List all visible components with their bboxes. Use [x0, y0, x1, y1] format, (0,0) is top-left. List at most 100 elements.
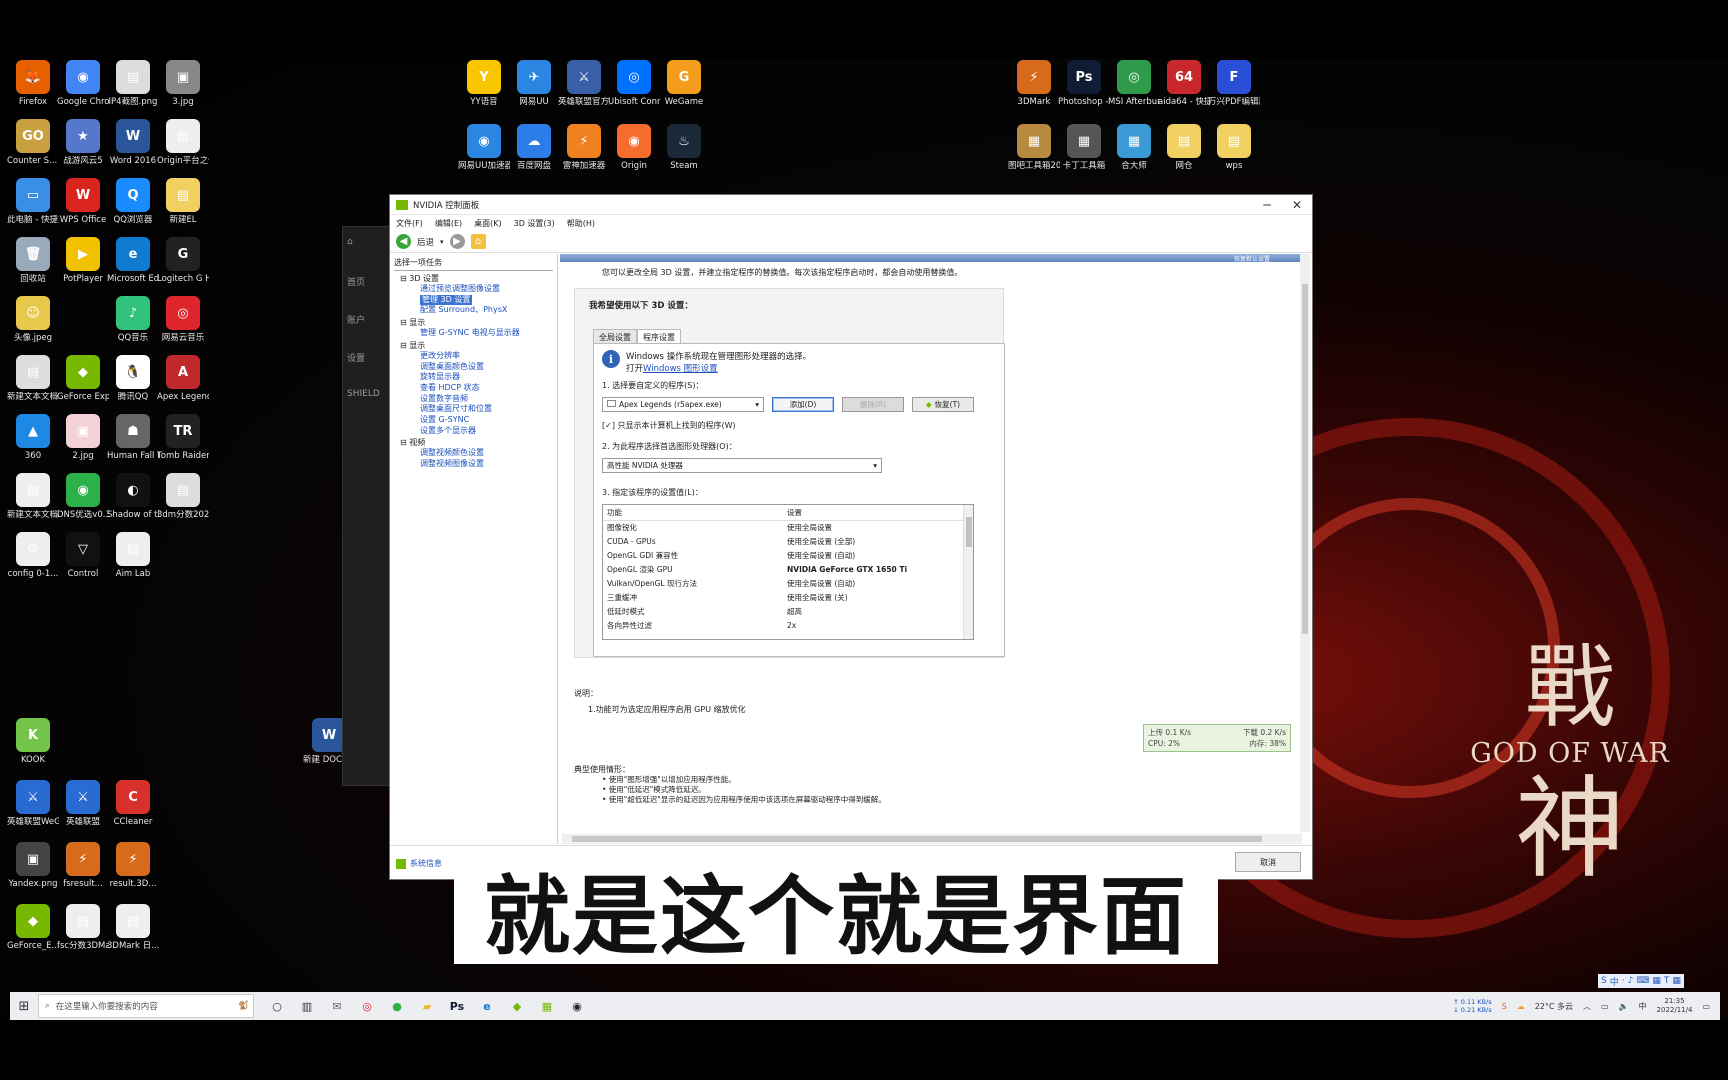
sogou-icon[interactable]: S [1502, 1002, 1507, 1011]
scroll-thumb[interactable] [966, 517, 972, 547]
desktop-icon[interactable]: ⚔ 英雄联盟WeGame版 [7, 780, 59, 827]
program-select[interactable]: Apex Legends (r5apex.exe) ▾ [602, 397, 764, 412]
bg-window-item[interactable]: 首页 [347, 275, 395, 303]
desktop-icon[interactable]: ▤ 新建文本文档.txt [7, 473, 59, 520]
desktop-icon[interactable]: G WeGame [658, 60, 710, 107]
desktop-icon[interactable]: GO Counter S... Global Off... [7, 119, 59, 166]
desktop-icon[interactable]: K KOOK [7, 718, 59, 765]
bg-window-item[interactable]: 账户 [347, 313, 395, 341]
menu-desktop[interactable]: 桌面(K) [474, 218, 502, 229]
desktop-icon[interactable]: ⚡ result.3D... [107, 842, 159, 889]
desktop-icon[interactable]: G Logitech G HUB [157, 237, 209, 284]
taskbar-app-obs[interactable]: ◉ [562, 992, 592, 1020]
taskbar-app-edge[interactable]: e [472, 992, 502, 1020]
taskbar-app-task-view[interactable]: ○ [262, 992, 292, 1020]
desktop-icon[interactable]: ▤ wps [1208, 124, 1260, 171]
tree-item[interactable]: 设置数字音频 [420, 394, 553, 405]
notification-icon[interactable]: ▭ [1702, 1002, 1710, 1011]
clock[interactable]: 21:35 2022/11/4 [1657, 997, 1693, 1015]
taskbar-app-photoshop[interactable]: Ps [442, 992, 472, 1020]
table-row[interactable]: OpenGL 渲染 GPU NVIDIA GeForce GTX 1650 Ti [603, 563, 973, 577]
dropdown-arrow-icon[interactable]: ▾ [440, 238, 444, 246]
forward-arrow-icon[interactable]: ▶ [449, 234, 465, 249]
menu-help[interactable]: 帮助(H) [567, 218, 595, 229]
tree-item[interactable]: 设置 G-SYNC [420, 415, 553, 426]
windows-start-icon[interactable]: ⊞ [10, 999, 38, 1014]
ime-button-icon[interactable]: ♪ [1628, 976, 1634, 986]
tree-item[interactable]: 查看 HDCP 状态 [420, 383, 553, 394]
taskbar-app-nvidia-panel[interactable]: ▦ [532, 992, 562, 1020]
tree-category[interactable]: ⊟ 视频 [400, 437, 553, 448]
desktop-icon[interactable]: ⚡ 3DMark [1008, 60, 1060, 107]
desktop-icon[interactable]: ▽ Control [57, 532, 109, 579]
taskbar-app-netease-music[interactable]: ◎ [352, 992, 382, 1020]
desktop-icon[interactable]: ▤ IP4截图.png [107, 60, 159, 107]
back-arrow-icon[interactable]: ◀ [396, 234, 411, 249]
desktop-icon[interactable]: ▣ 2.jpg [57, 414, 109, 461]
minimize-button[interactable]: ─ [1252, 198, 1282, 212]
tree-item[interactable]: 配置 Surround、PhysX [420, 305, 553, 316]
tree-category[interactable]: ⊟ 3D 设置 [400, 273, 553, 284]
cancel-button[interactable]: 取消 [1235, 852, 1301, 872]
desktop-icon[interactable]: ✈ 网易UU [508, 60, 560, 107]
desktop-icon[interactable]: ▤ 网仓 [1158, 124, 1210, 171]
desktop-icon[interactable]: W Word 2016 [107, 119, 159, 166]
desktop-icon[interactable]: ◉ Google Chrome [57, 60, 109, 107]
desktop-icon[interactable]: ☺ 头像.jpeg [7, 296, 59, 343]
desktop-icon[interactable]: ♪ QQ音乐 [107, 296, 159, 343]
desktop-icon[interactable]: Q QQ浏览器 [107, 178, 159, 225]
desktop-icon[interactable]: e Microsoft Edge [107, 237, 159, 284]
desktop-icon[interactable]: 🦊 Firefox [7, 60, 59, 107]
close-button[interactable]: ✕ [1282, 198, 1312, 212]
bg-window-item[interactable]: SHIELD [347, 389, 395, 417]
desktop-icon[interactable]: ▤ fsc分数3DMark-E... [57, 904, 109, 951]
windows-graphics-settings-link[interactable]: Windows 图形设置 [643, 364, 718, 374]
ime-button-icon[interactable]: ▦ [1652, 976, 1661, 986]
volume-icon[interactable]: 🔈 [1619, 1002, 1629, 1011]
title-bar[interactable]: NVIDIA 控制面板 ─ ✕ [390, 195, 1312, 215]
ime-button-icon[interactable]: · [1622, 976, 1625, 986]
tree-item[interactable]: 调整视频图像设置 [420, 459, 553, 470]
desktop-icon[interactable]: ★ 战游风云5 [57, 119, 109, 166]
tree-item[interactable]: 通过预览调整图像设置 [420, 284, 553, 295]
ime-mode-icon[interactable]: 中 [1639, 1001, 1647, 1012]
desktop-icon[interactable]: ▤ 3DMark 日... [107, 904, 159, 951]
desktop-icon[interactable]: F 万兴PDF编辑器 [1208, 60, 1260, 107]
desktop-icon[interactable]: ▶ PotPlayer [57, 237, 109, 284]
desktop-icon[interactable]: C CCleaner [107, 780, 159, 827]
table-row[interactable]: 三重缓冲 使用全局设置 (关) [603, 591, 973, 605]
desktop-icon[interactable]: ▤ Aim Lab [107, 532, 159, 579]
network-monitor-widget[interactable]: 上传 0.1 K/s 下载 0.2 K/s CPU: 2% 内存: 38% [1143, 724, 1291, 752]
bg-window-item[interactable]: 设置 [347, 351, 395, 379]
menu-edit[interactable]: 编辑(E) [435, 218, 462, 229]
remove-program-button[interactable]: 删除(R) [842, 397, 904, 412]
desktop-icon[interactable]: ⚡ fsresult... [57, 842, 109, 889]
taskbar-app-wechat[interactable]: ● [382, 992, 412, 1020]
desktop-icon[interactable]: Ps Photoshop - 快捷方式 [1058, 60, 1110, 107]
ime-button-icon[interactable]: ▦ [1672, 976, 1681, 986]
restore-defaults-banner[interactable]: 恢复默认设置 [560, 254, 1300, 263]
table-row[interactable]: OpenGL GDI 兼容性 使用全局设置 (自动) [603, 549, 973, 563]
desktop-icon[interactable]: ▣ 3.jpg [157, 60, 209, 107]
scroll-thumb[interactable] [572, 836, 1262, 842]
add-program-button[interactable]: 添加(D) [772, 397, 834, 412]
pane-vertical-scrollbar[interactable] [1300, 254, 1310, 832]
desktop-icon[interactable]: W WPS Office [57, 178, 109, 225]
desktop-icon[interactable]: ▦ 卡丁工具箱 [1058, 124, 1110, 171]
home-icon[interactable]: ⌂ [470, 234, 486, 249]
weather-icon[interactable]: ☁ [1517, 1002, 1525, 1011]
scroll-thumb[interactable] [1302, 284, 1308, 634]
desktop-icon[interactable]: ◉ 网易UU加速器 [458, 124, 510, 171]
taskbar-app-nvidia[interactable]: ◆ [502, 992, 532, 1020]
desktop-icon[interactable]: 🗑 回收站 [7, 237, 59, 284]
desktop-icon[interactable]: ◎ MSI Afterburner [1108, 60, 1160, 107]
tree-item[interactable]: 调整视频颜色设置 [420, 448, 553, 459]
ime-button-icon[interactable]: T [1664, 976, 1670, 986]
desktop-icon[interactable]: ▲ 360 [7, 414, 59, 461]
taskbar-app-widgets[interactable]: ▥ [292, 992, 322, 1020]
tree-item[interactable]: 调整桌面尺寸和位置 [420, 404, 553, 415]
desktop-icon[interactable]: ☁ 百度网盘 [508, 124, 560, 171]
table-row[interactable]: Vulkan/OpenGL 现行方法 使用全局设置 (自动) [603, 577, 973, 591]
network-icon[interactable]: ▭ [1601, 1002, 1609, 1011]
desktop-icon[interactable]: A Apex Legends [157, 355, 209, 402]
